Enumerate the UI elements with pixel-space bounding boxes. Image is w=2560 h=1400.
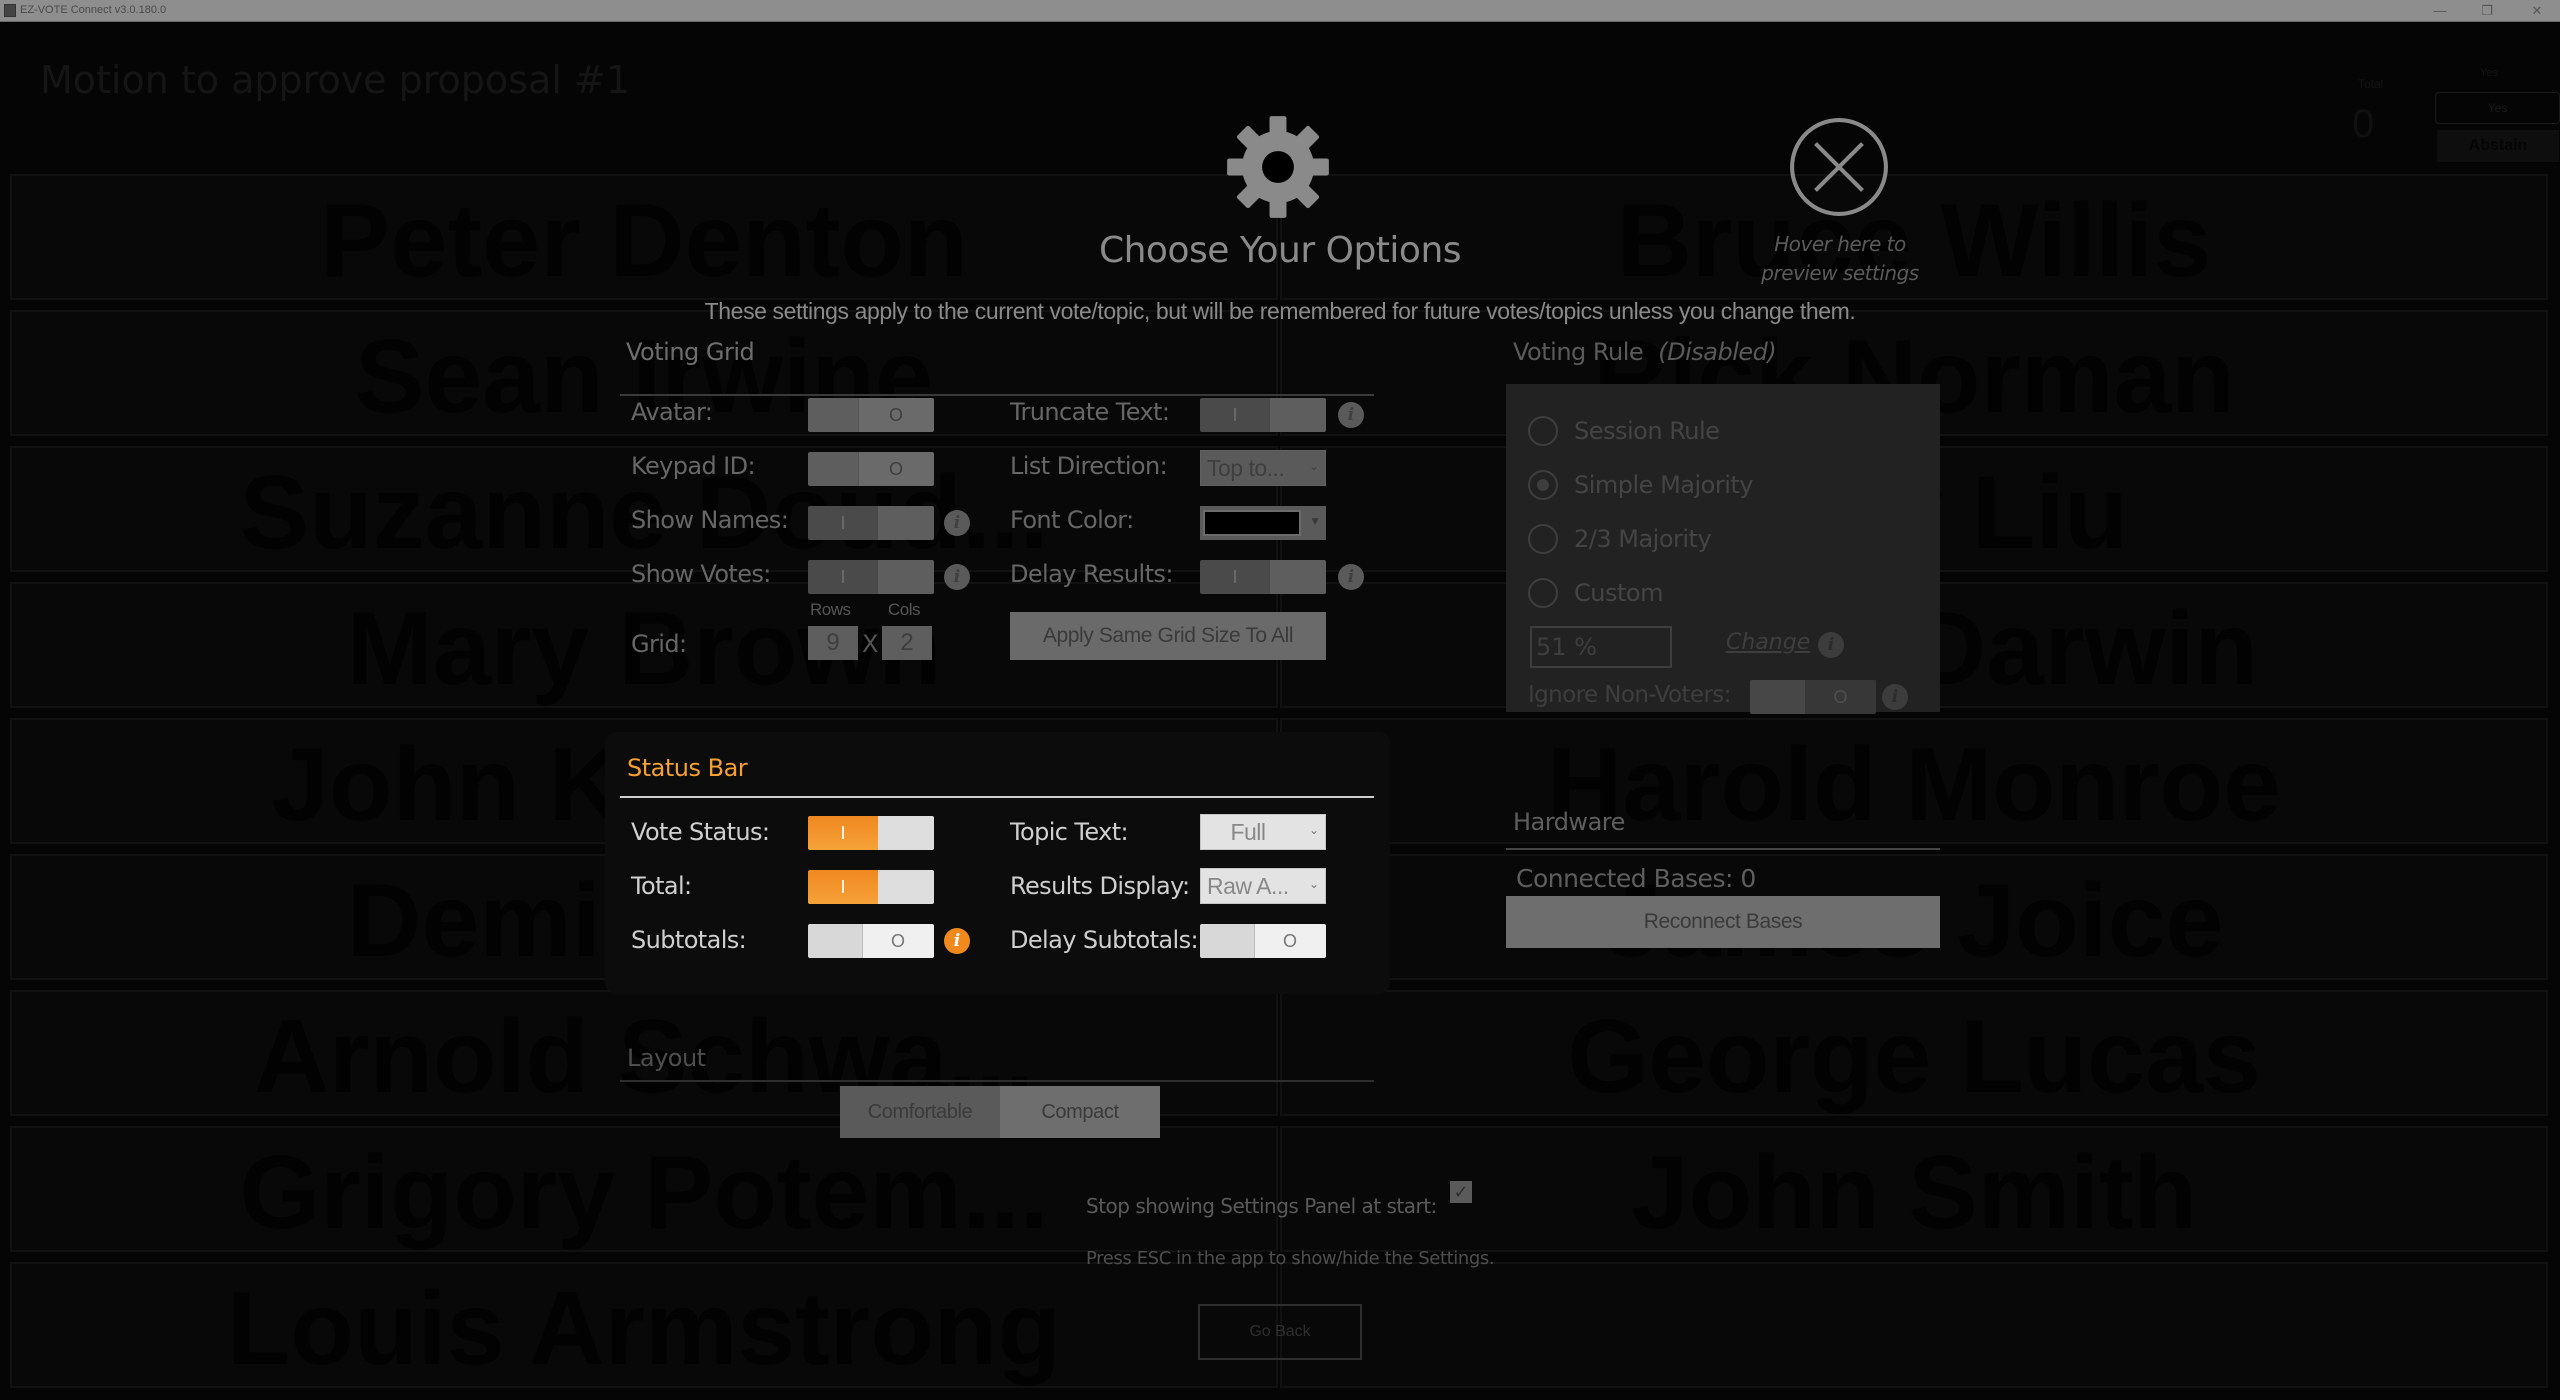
truncate-text-toggle[interactable]: I [1200, 398, 1326, 432]
hardware-title: Hardware [1513, 808, 1625, 836]
esc-hint: Press ESC in the app to show/hide the Se… [1086, 1248, 1495, 1269]
gear-icon [1227, 116, 1329, 218]
font-color-swatch [1203, 510, 1301, 536]
delay-subtotals-toggle[interactable]: O [1200, 924, 1326, 958]
ignore-non-voters-toggle[interactable]: O [1750, 680, 1876, 714]
delay-results-label: Delay Results: [1010, 560, 1173, 588]
settings-heading: Choose Your Options [1098, 230, 1462, 271]
list-direction-label: List Direction: [1010, 452, 1168, 480]
radio-indicator [1528, 416, 1558, 446]
hardware-divider [1506, 848, 1940, 850]
close-circle-icon[interactable] [1788, 116, 1890, 218]
voting-grid-divider [620, 394, 1374, 396]
delay-subtotals-label: Delay Subtotals: [1010, 926, 1199, 954]
voting-rule-disabled-note: (Disabled) [1658, 338, 1777, 366]
delay-results-toggle[interactable]: I [1200, 560, 1326, 594]
voting-rule-title: Voting Rule (Disabled) [1513, 338, 1777, 366]
chevron-down-icon: ⌄ [1308, 459, 1319, 473]
show-votes-info-icon[interactable]: i [944, 564, 970, 590]
subtotals-toggle[interactable]: O [808, 924, 934, 958]
show-names-label: Show Names: [631, 506, 789, 534]
ignore-non-voters-label: Ignore Non-Voters: [1528, 682, 1731, 708]
window-titlebar: EZ-VOTE Connect v3.0.180.0 — ❐ ✕ [0, 0, 2560, 22]
grid-rows-input[interactable]: 9 [808, 626, 858, 660]
connected-bases-count: Connected Bases: 0 [1516, 864, 1756, 893]
change-info-icon-visible[interactable]: i [1818, 632, 1844, 658]
go-back-button[interactable]: Go Back [1198, 1304, 1362, 1360]
truncate-text-label: Truncate Text: [1010, 398, 1170, 426]
total-toggle[interactable]: I [808, 870, 934, 904]
topic-text-select[interactable]: Full ⌄ [1200, 814, 1326, 850]
avatar-toggle[interactable]: O [808, 398, 934, 432]
layout-title: Layout [627, 1044, 706, 1072]
window-close-button[interactable]: ✕ [2522, 2, 2552, 20]
layout-option-comfortable[interactable]: Comfortable [840, 1086, 1000, 1138]
settings-overlay: Hover here to preview settings Choose Yo… [0, 22, 2560, 1400]
show-names-toggle[interactable]: I [808, 506, 934, 540]
grid-label: Grid: [631, 630, 687, 658]
radio-indicator-checked [1528, 470, 1558, 500]
results-display-select[interactable]: Raw A... ⌄ [1200, 868, 1326, 904]
radio-indicator [1528, 524, 1558, 554]
radio-session-rule[interactable]: Session Rule [1528, 416, 1720, 446]
show-votes-label: Show Votes: [631, 560, 771, 588]
avatar-label: Avatar: [631, 398, 713, 426]
topic-text-label: Topic Text: [1010, 818, 1129, 846]
font-color-picker[interactable]: ▼ [1200, 506, 1326, 540]
truncate-text-info-icon[interactable]: i [1338, 402, 1364, 428]
radio-two-thirds-majority[interactable]: 2/3 Majority [1528, 524, 1712, 554]
ignore-non-voters-info-icon[interactable]: i [1882, 684, 1908, 710]
subtotals-info-icon[interactable]: i [944, 928, 970, 954]
maximize-button[interactable]: ❐ [2472, 2, 2502, 20]
radio-custom[interactable]: Custom [1528, 578, 1663, 608]
stop-showing-checkbox[interactable]: ✓ [1450, 1181, 1472, 1203]
radio-simple-majority[interactable]: Simple Majority [1528, 470, 1754, 500]
layout-segmented-control: Comfortable Compact [840, 1086, 1160, 1138]
delay-results-info-icon[interactable]: i [1338, 564, 1364, 590]
chevron-down-icon: ⌄ [1308, 877, 1319, 891]
layout-divider [620, 1080, 1374, 1082]
stop-showing-label: Stop showing Settings Panel at start: [1086, 1194, 1437, 1218]
change-link[interactable]: Change [1726, 630, 1810, 655]
radio-indicator [1528, 578, 1558, 608]
grid-cols-input[interactable]: 2 [882, 626, 932, 660]
results-display-label: Results Display: [1010, 872, 1190, 900]
total-label: Total: [631, 872, 692, 900]
status-bar-title: Status Bar [627, 754, 748, 782]
app-icon [4, 4, 16, 17]
settings-subtitle: These settings apply to the current vote… [704, 298, 1856, 324]
font-color-label: Font Color: [1010, 506, 1134, 534]
chevron-down-icon: ▼ [1309, 514, 1321, 528]
vote-status-label: Vote Status: [631, 818, 770, 846]
subtotals-label: Subtotals: [631, 926, 747, 954]
show-names-info-icon[interactable]: i [944, 510, 970, 536]
list-direction-select[interactable]: Top to... ⌄ [1200, 450, 1326, 486]
show-votes-toggle[interactable]: I [808, 560, 934, 594]
layout-option-compact[interactable]: Compact [1000, 1086, 1160, 1138]
hover-preview-hint[interactable]: Hover here to preview settings [1760, 230, 1920, 288]
status-bar-divider [620, 796, 1374, 798]
rows-label: Rows [810, 600, 851, 619]
voting-rule-title-text: Voting Rule [1513, 338, 1644, 366]
chevron-down-icon: ⌄ [1308, 823, 1319, 837]
minimize-button[interactable]: — [2425, 2, 2455, 20]
cols-label: Cols [888, 600, 921, 619]
vote-status-toggle[interactable]: I [808, 816, 934, 850]
custom-percent-input[interactable]: 51 % [1530, 626, 1672, 668]
apply-grid-size-button[interactable]: Apply Same Grid Size To All [1010, 612, 1326, 660]
keypad-id-toggle[interactable]: O [808, 452, 934, 486]
grid-times-sign: X [862, 630, 878, 658]
voting-grid-title: Voting Grid [626, 338, 755, 366]
reconnect-bases-button[interactable]: Reconnect Bases [1506, 896, 1940, 948]
window-title: EZ-VOTE Connect v3.0.180.0 [20, 4, 167, 16]
keypad-id-label: Keypad ID: [631, 452, 756, 480]
